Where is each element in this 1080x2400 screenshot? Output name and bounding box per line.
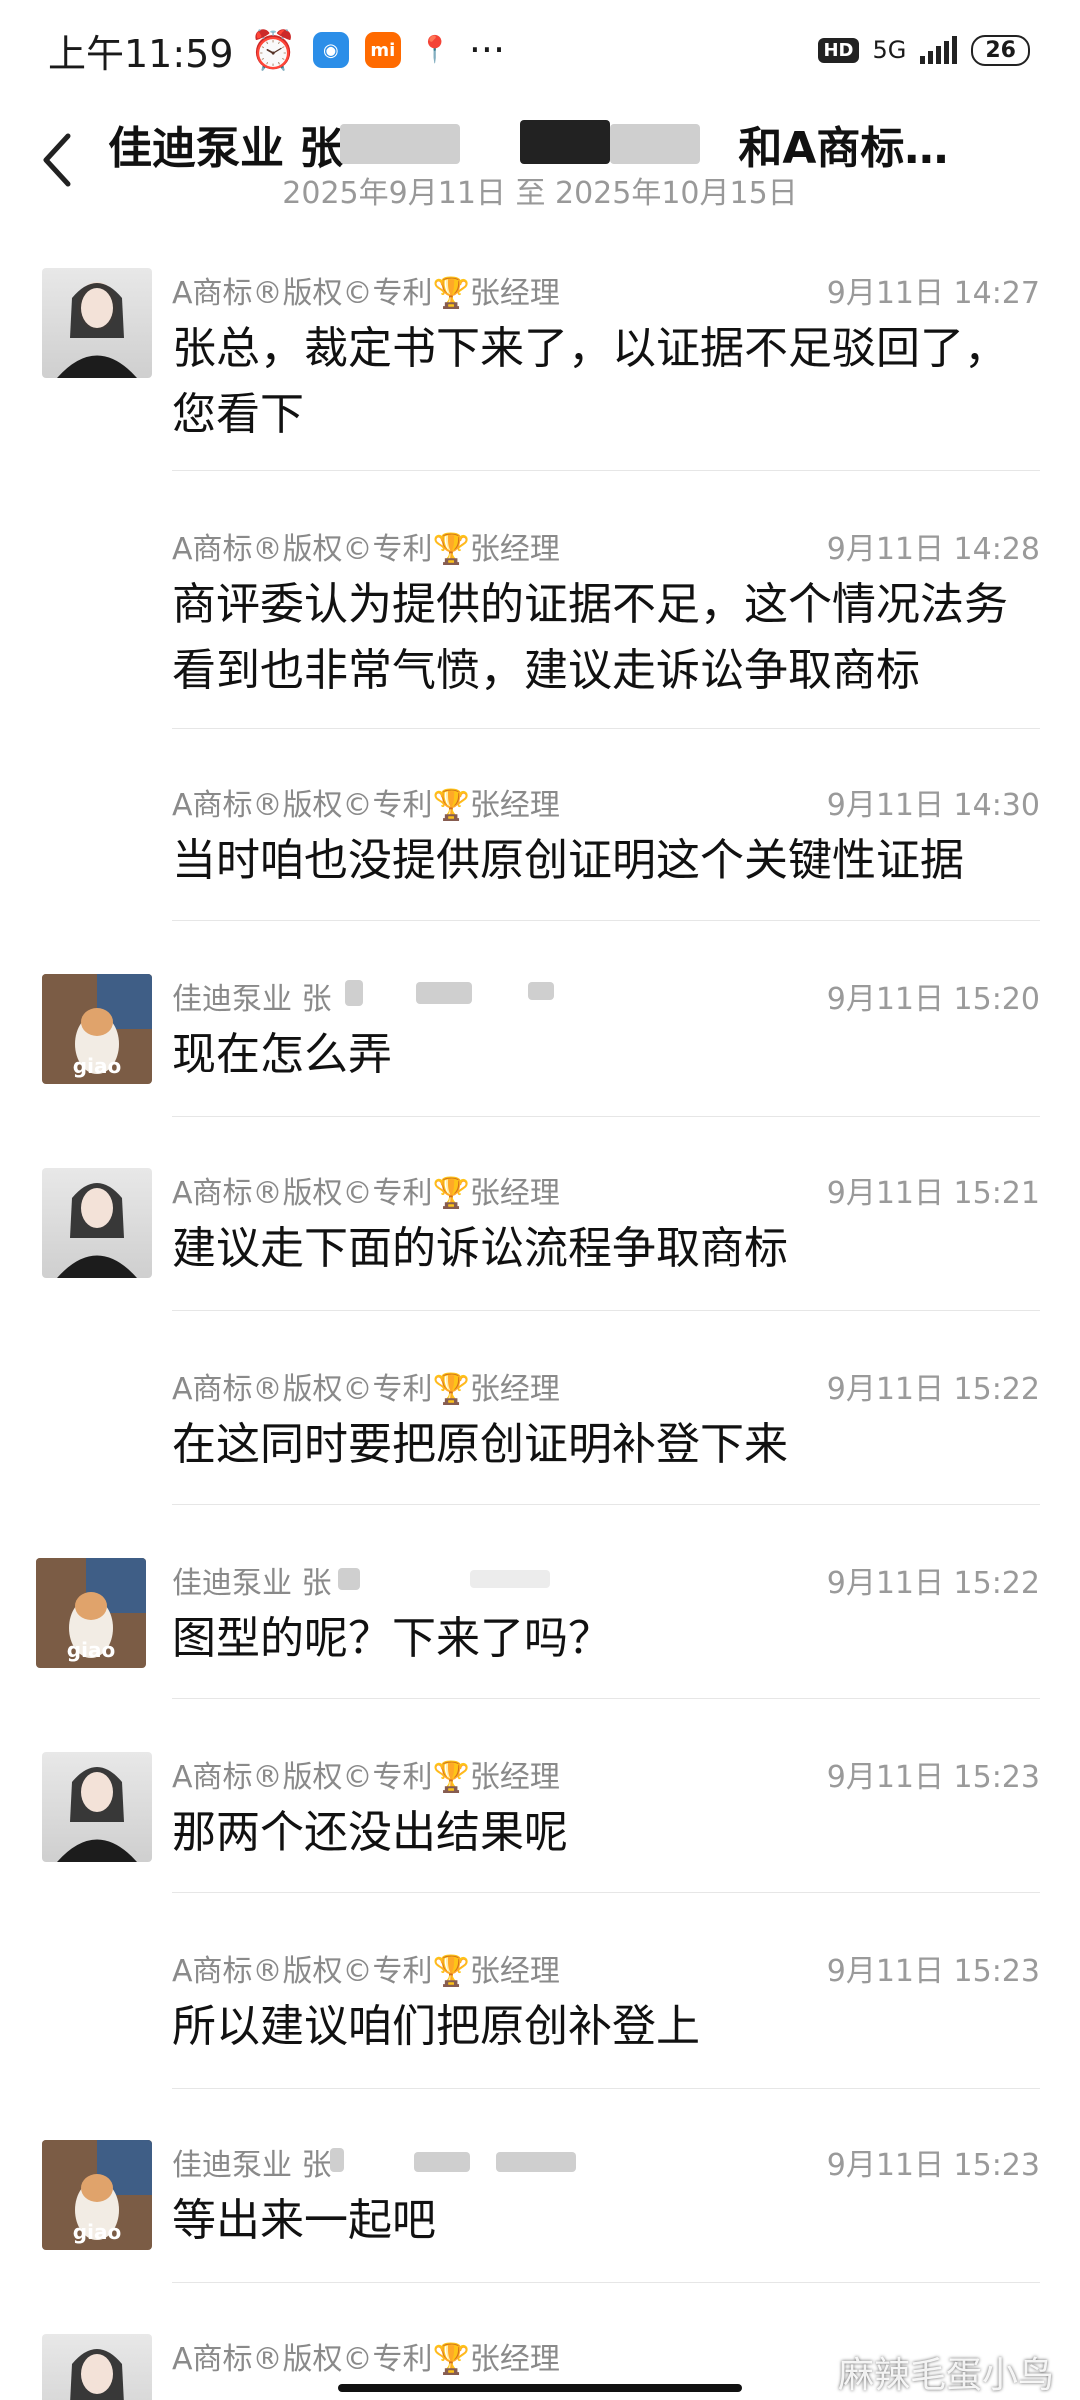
message-text: 建议走下面的诉讼流程争取商标 bbox=[172, 1223, 788, 1274]
message-text: 张总，裁定书下来了，以证据不足驳回了，您看下 bbox=[172, 323, 1008, 440]
list-item[interactable]: A商标®版权©专利🏆张经理 9月11日 15:22 在这同时要把原创证明补登下来 bbox=[0, 1364, 1080, 1484]
redaction bbox=[470, 1570, 550, 1588]
avatar[interactable]: giao bbox=[42, 974, 152, 1084]
message-sender: A商标®版权©专利🏆张经理 bbox=[172, 1372, 560, 1407]
chat-title-right: 和A商标… bbox=[738, 123, 949, 174]
divider bbox=[172, 2282, 1040, 2283]
list-item[interactable]: giao 佳迪泵业 张 9月11日 15:22 图型的呢？下来了吗？ bbox=[0, 1558, 1080, 1678]
message-text: 所以建议咱们把原创补登上 bbox=[172, 2001, 700, 2052]
mi-app-icon: mi bbox=[364, 32, 401, 68]
chat-header: 佳迪泵业 张 和A商标… 2025年9月11日 至 2025年10月15日 bbox=[0, 100, 1080, 230]
list-item[interactable]: A商标®版权©专利🏆张经理 9月11日 14:27 张总，裁定书下来了，以证据不… bbox=[0, 268, 1080, 468]
divider bbox=[172, 1504, 1040, 1505]
message-time: 9月11日 14:28 bbox=[826, 532, 1040, 567]
avatar[interactable]: giao bbox=[36, 1558, 146, 1668]
message-sender: 佳迪泵业 张 bbox=[172, 2148, 332, 2183]
redaction bbox=[414, 2152, 470, 2172]
message-text: 现在怎么弄 bbox=[172, 1029, 392, 1080]
redaction bbox=[338, 1568, 360, 1590]
message-text: 当时咱也没提供原创证明这个关键性证据 bbox=[172, 835, 964, 886]
signal-icon bbox=[920, 36, 958, 64]
divider bbox=[172, 470, 1040, 471]
list-item[interactable]: A商标®版权©专利🏆张经理 9月11日 15:23 那两个还没出结果呢 bbox=[0, 1752, 1080, 1872]
divider bbox=[172, 1310, 1040, 1311]
network-label: 5G bbox=[872, 36, 907, 64]
message-time: 9月11日 15:23 bbox=[826, 2148, 1040, 2183]
avatar-label: giao bbox=[72, 1054, 122, 1078]
redaction bbox=[496, 2152, 576, 2172]
message-sender: A商标®版权©专利🏆张经理 bbox=[172, 1954, 560, 1989]
avatar[interactable]: giao bbox=[42, 2140, 152, 2250]
list-item[interactable]: A商标®版权©专利🏆张经理 9月11日 15:21 建议走下面的诉讼流程争取商标 bbox=[0, 1168, 1080, 1288]
message-sender: 佳迪泵业 张 bbox=[172, 982, 332, 1017]
message-sender: A商标®版权©专利🏆张经理 bbox=[172, 1176, 560, 1211]
message-time: 9月11日 14:27 bbox=[826, 276, 1040, 311]
list-item[interactable]: giao 佳迪泵业 张 9月11日 15:23 等出来一起吧 bbox=[0, 2140, 1080, 2260]
list-item[interactable]: giao 佳迪泵业 张 9月11日 15:20 现在怎么弄 bbox=[0, 974, 1080, 1094]
divider bbox=[172, 1892, 1040, 1893]
avatar-label: giao bbox=[72, 2220, 122, 2244]
message-text: 图型的呢？下来了吗？ bbox=[172, 1613, 612, 1664]
redaction bbox=[330, 2148, 344, 2172]
chat-title-left: 佳迪泵业 张 bbox=[108, 123, 344, 174]
message-sender: A商标®版权©专利🏆张经理 bbox=[172, 788, 560, 823]
message-time: 9月11日 15:22 bbox=[826, 1372, 1040, 1407]
message-time: 9月11日 15:23 bbox=[826, 1760, 1040, 1795]
divider bbox=[172, 728, 1040, 729]
message-sender: 佳迪泵业 张 bbox=[172, 1566, 332, 1601]
message-sender: A商标®版权©专利🏆张经理 bbox=[172, 532, 560, 567]
avatar[interactable] bbox=[42, 1168, 152, 1278]
redaction bbox=[528, 982, 554, 1000]
status-bar: 上午11:59 ⏰ ◉ mi 📍 ··· HD 5G 26 bbox=[0, 0, 1080, 100]
redaction bbox=[416, 982, 472, 1004]
watermark: 麻辣毛蛋小鸟 bbox=[837, 2355, 1054, 2396]
battery-icon: 26 bbox=[971, 34, 1030, 66]
list-item[interactable]: A商标®版权©专利🏆张经理 9月11日 14:28 商评委认为提供的证据不足，这… bbox=[0, 524, 1080, 714]
message-text: 等出来一起吧 bbox=[172, 2195, 436, 2246]
message-time: 9月11日 15:22 bbox=[826, 1566, 1040, 1601]
avatar[interactable] bbox=[42, 2334, 152, 2400]
redaction bbox=[520, 120, 610, 164]
status-right: HD 5G 26 bbox=[818, 34, 1030, 66]
avatar[interactable] bbox=[42, 268, 152, 378]
message-sender: A商标®版权©专利🏆张经理 bbox=[172, 276, 560, 311]
divider bbox=[172, 1698, 1040, 1699]
divider bbox=[172, 1116, 1040, 1117]
alarm-icon: ⏰ bbox=[249, 27, 297, 72]
message-time: 9月11日 15:20 bbox=[826, 982, 1040, 1017]
message-time: 9月11日 15:21 bbox=[826, 1176, 1040, 1211]
redaction bbox=[345, 980, 363, 1006]
status-time: 上午11:59 bbox=[48, 31, 234, 76]
message-time: 9月11日 15:23 bbox=[826, 1954, 1040, 1989]
hd-icon: HD bbox=[818, 37, 859, 63]
divider bbox=[172, 920, 1040, 921]
home-indicator[interactable] bbox=[338, 2384, 742, 2392]
app-notification-icon: ◉ bbox=[312, 32, 349, 68]
message-text: 那两个还没出结果呢 bbox=[172, 1807, 568, 1858]
status-left: 上午11:59 ⏰ ◉ mi 📍 ··· bbox=[48, 23, 505, 78]
divider bbox=[172, 2088, 1040, 2089]
message-sender: A商标®版权©专利🏆张经理 bbox=[172, 2342, 560, 2377]
message-sender: A商标®版权©专利🏆张经理 bbox=[172, 1760, 560, 1795]
date-range: 2025年9月11日 至 2025年10月15日 bbox=[282, 176, 798, 211]
list-item[interactable]: A商标®版权©专利🏆张经理 9月11日 15:23 所以建议咱们把原创补登上 bbox=[0, 1946, 1080, 2066]
redaction bbox=[340, 124, 460, 164]
avatar-label: giao bbox=[66, 1638, 116, 1662]
redaction bbox=[610, 124, 700, 164]
message-text: 商评委认为提供的证据不足，这个情况法务看到也非常气愤，建议走诉讼争取商标 bbox=[172, 579, 1008, 696]
more-notifications-icon: ··· bbox=[468, 28, 506, 72]
avatar[interactable] bbox=[42, 1752, 152, 1862]
list-item[interactable]: A商标®版权©专利🏆张经理 9月11日 14:30 当时咱也没提供原创证明这个关… bbox=[0, 780, 1080, 900]
message-time: 9月11日 14:30 bbox=[826, 788, 1040, 823]
location-icon: 📍 bbox=[416, 32, 453, 68]
message-text: 在这同时要把原创证明补登下来 bbox=[172, 1419, 788, 1470]
